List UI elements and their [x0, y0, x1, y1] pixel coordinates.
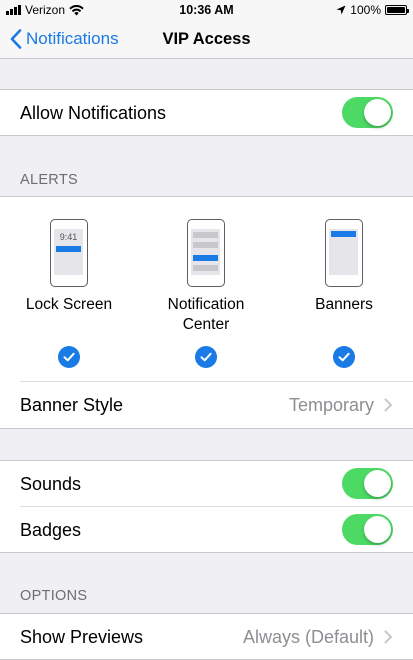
- allow-notifications-label: Allow Notifications: [20, 103, 167, 123]
- allow-notifications-toggle[interactable]: [342, 97, 393, 128]
- badges-toggle[interactable]: [342, 514, 393, 545]
- notification-center-checkmark-icon[interactable]: [195, 346, 217, 368]
- notification-center-label-line1: Notification: [167, 296, 245, 313]
- chevron-right-icon: [384, 398, 392, 412]
- options-section-header: OPTIONS: [20, 588, 88, 604]
- banner-style-label: Banner Style: [20, 395, 124, 415]
- notification-center-label-line2: Center: [182, 316, 230, 333]
- sounds-toggle[interactable]: [342, 468, 393, 499]
- page-title: VIP Access: [162, 30, 251, 48]
- sounds-label: Sounds: [20, 474, 82, 494]
- battery-percent: 100%: [350, 3, 381, 17]
- show-previews-label: Show Previews: [20, 627, 144, 647]
- alert-style-label: Lock Screen: [9, 295, 129, 315]
- alert-style-banners[interactable]: Banners: [284, 219, 404, 315]
- badges-label: Badges: [20, 520, 82, 540]
- lock-screen-preview-icon: 9:41: [50, 219, 88, 287]
- alerts-group: 9:41 Lock Screen Notification Center Ban…: [0, 196, 413, 429]
- location-arrow-icon: [336, 5, 346, 15]
- show-previews-row[interactable]: Show Previews Always (Default): [0, 613, 413, 660]
- lock-screen-time: 9:41: [59, 232, 78, 242]
- sounds-badges-group: Sounds Badges: [0, 460, 413, 553]
- notification-center-preview-icon: [187, 219, 225, 287]
- banners-checkmark-icon[interactable]: [333, 346, 355, 368]
- chevron-right-icon: [384, 630, 392, 644]
- banners-label: Banners: [315, 296, 373, 313]
- banner-style-value: Temporary: [288, 395, 374, 415]
- alert-style-label: Banners: [284, 295, 404, 315]
- banners-preview-icon: [325, 219, 363, 287]
- alerts-section-header: ALERTS: [20, 172, 78, 188]
- show-previews-value: Always (Default): [242, 627, 374, 647]
- alert-style-notification-center[interactable]: Notification Center: [146, 219, 266, 335]
- banner-style-row[interactable]: Banner Style Temporary: [0, 382, 413, 428]
- divider: [20, 506, 413, 507]
- status-bar: Verizon 10:36 AM 100%: [0, 0, 413, 20]
- battery-icon: [385, 5, 409, 15]
- lock-screen-checkmark-icon[interactable]: [58, 346, 80, 368]
- allow-notifications-group: Allow Notifications: [0, 89, 413, 136]
- alert-style-lock-screen[interactable]: 9:41 Lock Screen: [9, 219, 129, 315]
- navigation-bar: Notifications VIP Access: [0, 20, 413, 59]
- alert-style-label: Notification Center: [146, 295, 266, 335]
- status-right: 100%: [336, 3, 409, 17]
- lock-screen-label: Lock Screen: [25, 296, 113, 313]
